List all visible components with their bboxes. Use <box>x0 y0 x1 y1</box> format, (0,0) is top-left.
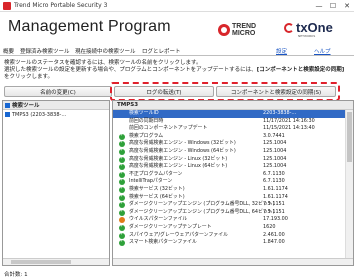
app-header: Management Program TREND MICRO txOne NET… <box>0 12 354 46</box>
row-key: スマート検索パターンファイル <box>129 239 197 246</box>
horizontal-scrollbar[interactable] <box>3 258 109 265</box>
instructions-line2: 選択した検索ツールの設定を更新する場合や、プログラムとコンポーネントをアップデー… <box>4 67 345 73</box>
txone-name: txOne <box>296 20 333 35</box>
row-key: 高度な脅威検索エンジン - Windows (32ビット) <box>129 140 236 147</box>
instructions: 検索ツールのステータスを確認するには、検索ツールの名前をクリックします。 選択し… <box>4 60 350 81</box>
settings-link[interactable]: 設定 <box>276 47 287 55</box>
table-row[interactable]: 高度な脅威検索エンジン - Windows (32ビット) 125.1004 <box>113 139 345 148</box>
row-value: 125.1004 <box>263 147 287 154</box>
row-value: 2.461.00 <box>263 231 285 238</box>
row-value: 1.61.1174 <box>263 185 288 192</box>
brand-line1: TREND <box>232 23 257 30</box>
row-value: 1.847.00 <box>263 239 285 246</box>
table-row[interactable]: 前回のコンポーネントアップデート 11/15/2021 14:13:40 <box>113 125 345 133</box>
list-item[interactable]: TMPS3 (2203-3838-… <box>3 110 109 119</box>
table-row[interactable]: スマート検索パターンファイル 1.847.00 <box>113 238 345 247</box>
tool-details: TMPS3 検索ツールID 2203-3838-… 前回の同期日時 11/17/202… <box>112 100 354 266</box>
vertical-scrollbar[interactable] <box>345 110 353 259</box>
table-row[interactable]: 検索サービス (32ビット) 1.61.1174 <box>113 185 345 194</box>
row-value: 7.5.1151 <box>263 208 285 215</box>
table-row[interactable]: 高度な脅威検索エンジン - Linux (64ビット) 125.1004 <box>113 162 345 171</box>
row-key: スパイウェア/グレーウェアパターンファイル <box>129 231 228 238</box>
table-row[interactable]: ダメージクリーンアップテンプレート 1620 <box>113 223 345 232</box>
tool-details-header: TMPS3 <box>113 101 353 110</box>
tab-connected-tools[interactable]: 現在接続中の検索ツール <box>75 47 136 55</box>
table-row[interactable]: 検索ツールID 2203-3838-… <box>113 110 345 118</box>
row-value: 17.193.00 <box>263 216 288 223</box>
total-label: 合計数: <box>4 272 23 278</box>
scrollbar-thumb[interactable] <box>347 112 352 162</box>
row-key: 検索サービス (64ビット) <box>129 193 185 200</box>
table-row[interactable]: ダメージクリーンアップエンジン (プログラム番号DLL, 32ビット)7.5.1… <box>113 200 345 209</box>
scan-tool-name: TMPS3 (2203-3838-… <box>12 111 67 118</box>
horizontal-scrollbar[interactable] <box>113 258 353 265</box>
trend-ball-icon <box>218 24 230 36</box>
row-value: 6.7.1130 <box>263 178 285 185</box>
scrollbar-thumb[interactable] <box>11 260 71 264</box>
row-value: 2203-3838-… <box>263 110 297 116</box>
table-row[interactable]: 検索サービス (64ビット) 1.61.1174 <box>113 193 345 202</box>
table-row[interactable]: ウイルスパターンファイル 17.193.00 <box>113 216 345 224</box>
page-title: Management Program <box>8 18 171 35</box>
row-key: ダメージクリーンアップエンジン (プログラム番号DLL, 32ビット) <box>129 201 275 208</box>
row-key: 検索ツールID <box>129 110 159 116</box>
status-ok-icon <box>119 208 125 216</box>
nav-bar: 概要 登録済み検索ツール 現在接続中の検索ツール ログとレポート 設定 ヘルプ <box>0 46 354 56</box>
trend-micro-logo: TREND MICRO <box>218 23 256 37</box>
row-key: 前回のコンポーネントアップデート <box>129 125 208 132</box>
row-value: 3.0.7441 <box>263 132 285 139</box>
app-icon <box>3 1 11 10</box>
total-value: 1 <box>24 272 28 278</box>
table-row[interactable]: スパイウェア/グレーウェアパターンファイル 2.461.00 <box>113 231 345 240</box>
tab-logs-reports[interactable]: ログとレポート <box>142 47 181 55</box>
scan-tool-list-header: 検索ツール <box>3 101 109 110</box>
row-value: 11/17/2021 14:16:30 <box>263 117 315 124</box>
instructions-bold: [コンポーネントと検索設定の同期] <box>256 67 345 73</box>
brand-line2: MICRO <box>232 30 256 37</box>
txone-swoosh-icon <box>284 22 294 33</box>
close-button[interactable]: ✕ <box>340 0 354 12</box>
row-value: 7.5.1151 <box>263 201 285 208</box>
row-value: 125.1004 <box>263 163 287 170</box>
txone-sub: NETWORKS <box>298 34 316 38</box>
maximize-button[interactable]: ☐ <box>326 0 340 12</box>
instructions-line1: 検索ツールのステータスを確認するには、検索ツールの名前をクリックします。 <box>4 60 202 66</box>
row-key: 検索サービス (32ビット) <box>129 185 185 192</box>
row-value: 1620 <box>263 223 276 230</box>
window-titlebar: Trend Micro Portable Security 3 — ☐ ✕ <box>0 0 354 12</box>
row-key: ダメージクリーンアップテンプレート <box>129 223 212 230</box>
row-key: IntelliTrapパターン <box>129 178 173 185</box>
scan-tool-list-title: 検索ツール <box>12 103 40 109</box>
scan-tool-list: 検索ツール TMPS3 (2203-3838-… <box>2 100 110 266</box>
tab-registered-tools[interactable]: 登録済み検索ツール <box>20 47 70 55</box>
tab-overview[interactable]: 概要 <box>3 47 14 55</box>
table-row[interactable]: 高度な脅威検索エンジン - Windows (64ビット) 125.1004 <box>113 147 345 156</box>
row-value: 6.7.1130 <box>263 170 285 177</box>
select-all-checkbox[interactable] <box>5 102 10 108</box>
highlight-box <box>110 82 340 101</box>
details-list: 検索ツールID 2203-3838-… 前回の同期日時 11/17/2021 14:1… <box>113 110 345 247</box>
item-checkbox[interactable] <box>5 112 10 117</box>
row-key: 高度な脅威検索エンジン - Linux (64ビット) <box>129 163 228 170</box>
row-value: 1.61.1174 <box>263 193 288 200</box>
txone-logo: txOne NETWORKS <box>284 20 333 38</box>
table-row[interactable]: IntelliTrapパターン 6.7.1130 <box>113 177 345 186</box>
row-value: 11/15/2021 14:13:40 <box>263 125 315 132</box>
total-count: 合計数: 1 <box>4 270 28 278</box>
row-key: 高度な脅威検索エンジン - Windows (64ビット) <box>129 147 236 154</box>
window-controls: — ☐ ✕ <box>312 0 354 12</box>
window-title: Trend Micro Portable Security 3 <box>14 2 108 9</box>
status-ok-icon <box>119 238 125 247</box>
row-key: ウイルスパターンファイル <box>129 216 188 223</box>
row-value: 125.1004 <box>263 155 287 162</box>
instructions-line3: をクリックします。 <box>4 74 53 80</box>
help-link[interactable]: ヘルプ <box>314 47 331 55</box>
row-value: 125.1004 <box>263 140 287 147</box>
minimize-button[interactable]: — <box>312 0 326 12</box>
rename-button[interactable]: 名前の変更(C) <box>4 86 112 97</box>
